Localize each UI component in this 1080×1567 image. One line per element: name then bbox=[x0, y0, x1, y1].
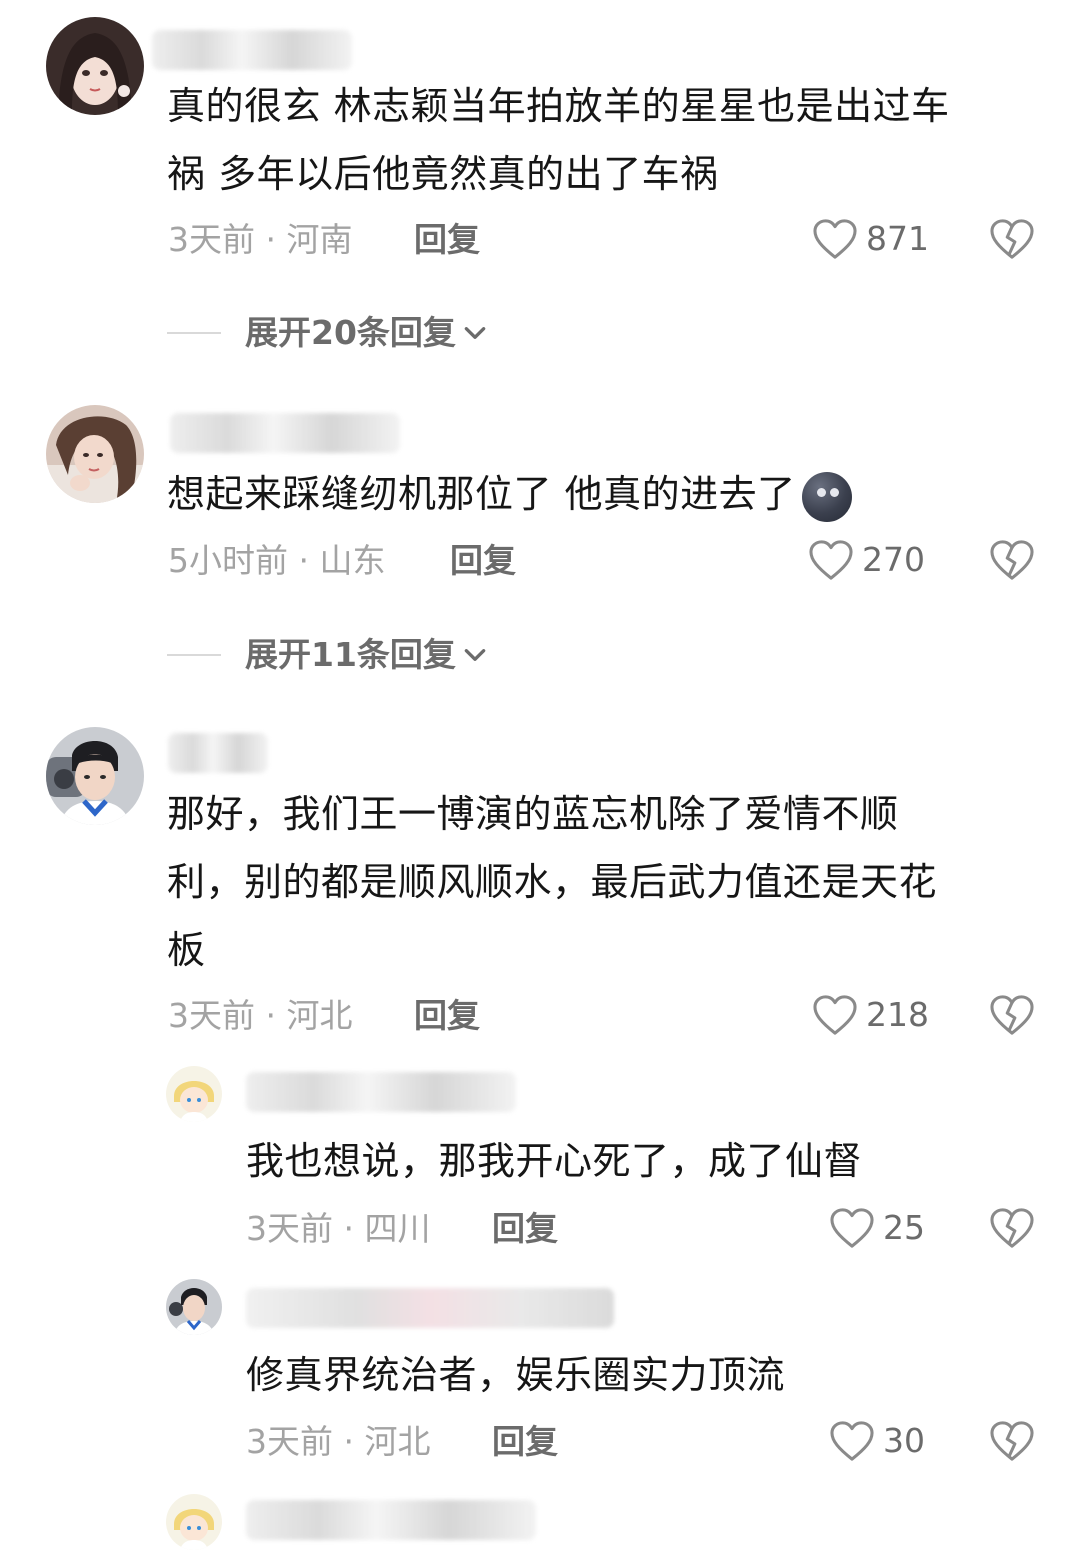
cartoon-avatar-icon[interactable] bbox=[166, 1066, 222, 1122]
heart-icon bbox=[812, 994, 858, 1036]
expand-replies-button[interactable]: 展开20条回复 bbox=[167, 313, 488, 353]
username-blurred[interactable] bbox=[170, 413, 400, 453]
heart-icon bbox=[808, 539, 854, 581]
broken-heart-icon[interactable] bbox=[989, 1207, 1035, 1249]
like-count: 218 bbox=[866, 995, 929, 1034]
heart-icon bbox=[829, 1207, 875, 1249]
expand-replies-label: 展开11条回复 bbox=[245, 635, 456, 674]
username-blurred[interactable] bbox=[246, 1072, 516, 1112]
chevron-down-icon bbox=[462, 642, 488, 668]
username-blurred[interactable] bbox=[246, 1500, 536, 1540]
broken-heart-icon[interactable] bbox=[989, 1420, 1035, 1462]
comment-text: 想起来踩缝纫机那位了 他真的进去了 bbox=[167, 460, 852, 528]
broken-heart-icon[interactable] bbox=[989, 539, 1035, 581]
heart-icon bbox=[829, 1420, 875, 1462]
reply-button[interactable]: 回复 bbox=[492, 1422, 558, 1462]
broken-heart-icon[interactable] bbox=[989, 994, 1035, 1036]
comment-meta: 3天前 · 河北 bbox=[168, 996, 353, 1035]
divider-line bbox=[167, 332, 221, 334]
like-button[interactable]: 25 bbox=[829, 1207, 925, 1249]
reply-button[interactable]: 回复 bbox=[492, 1209, 558, 1249]
reply-button[interactable]: 回复 bbox=[414, 996, 480, 1036]
like-button[interactable]: 871 bbox=[812, 218, 929, 260]
expand-replies-label: 展开20条回复 bbox=[245, 313, 456, 352]
username-blurred[interactable] bbox=[246, 1288, 614, 1328]
like-button[interactable]: 218 bbox=[812, 994, 929, 1036]
chevron-down-icon bbox=[462, 320, 488, 346]
expand-replies-button[interactable]: 展开11条回复 bbox=[167, 635, 488, 675]
reply-text: 修真界统治者，娱乐圈实力顶流 bbox=[246, 1353, 786, 1397]
reply-text: 我也想说，那我开心死了，成了仙督 bbox=[246, 1139, 863, 1183]
username-blurred[interactable] bbox=[152, 30, 352, 70]
comment-text: 真的很玄 林志颖当年拍放羊的星星也是出过车 祸 多年以后他竟然真的出了车祸 bbox=[167, 84, 950, 196]
comment-meta: 3天前 · 河南 bbox=[168, 220, 353, 259]
broken-heart-icon[interactable] bbox=[989, 218, 1035, 260]
heart-icon bbox=[812, 218, 858, 260]
like-count: 30 bbox=[883, 1421, 925, 1460]
like-count: 270 bbox=[862, 540, 925, 579]
dark-moon-face-emoji bbox=[801, 471, 852, 522]
comment-text: 那好，我们王一博演的蓝忘机除了爱情不顺 利，别的都是顺风顺水，最后武力值还是天花… bbox=[167, 792, 938, 972]
reply-meta: 3天前 · 四川 bbox=[246, 1209, 431, 1248]
like-button[interactable]: 270 bbox=[808, 539, 925, 581]
boy-avatar-icon[interactable] bbox=[166, 1279, 222, 1335]
username-blurred[interactable] bbox=[168, 733, 268, 773]
boy-avatar-icon[interactable] bbox=[46, 727, 144, 825]
girl-avatar-icon[interactable] bbox=[46, 17, 144, 115]
like-button[interactable]: 30 bbox=[829, 1420, 925, 1462]
reply-meta: 3天前 · 河北 bbox=[246, 1422, 431, 1461]
like-count: 871 bbox=[866, 219, 929, 258]
cartoon-avatar-icon[interactable] bbox=[166, 1494, 222, 1550]
reply-button[interactable]: 回复 bbox=[414, 220, 480, 260]
divider-line bbox=[167, 654, 221, 656]
like-count: 25 bbox=[883, 1208, 925, 1247]
reply-button[interactable]: 回复 bbox=[450, 541, 516, 581]
comment-meta: 5小时前 · 山东 bbox=[168, 541, 386, 580]
woman-avatar-icon[interactable] bbox=[46, 405, 144, 503]
